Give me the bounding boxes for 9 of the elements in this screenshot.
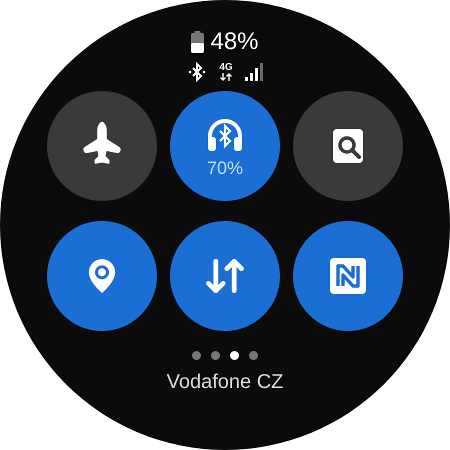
network-type: 4G xyxy=(219,63,233,73)
battery-icon xyxy=(191,31,204,53)
nfc-icon xyxy=(327,255,369,297)
battery-percentage: 48% xyxy=(210,30,259,54)
signal-icon xyxy=(244,63,263,81)
bluetooth-icon xyxy=(187,62,208,82)
data-arrows-icon xyxy=(220,73,232,81)
carrier-name: Vodafone CZ xyxy=(166,372,284,392)
quick-toggle[interactable]: 70% xyxy=(170,91,280,201)
